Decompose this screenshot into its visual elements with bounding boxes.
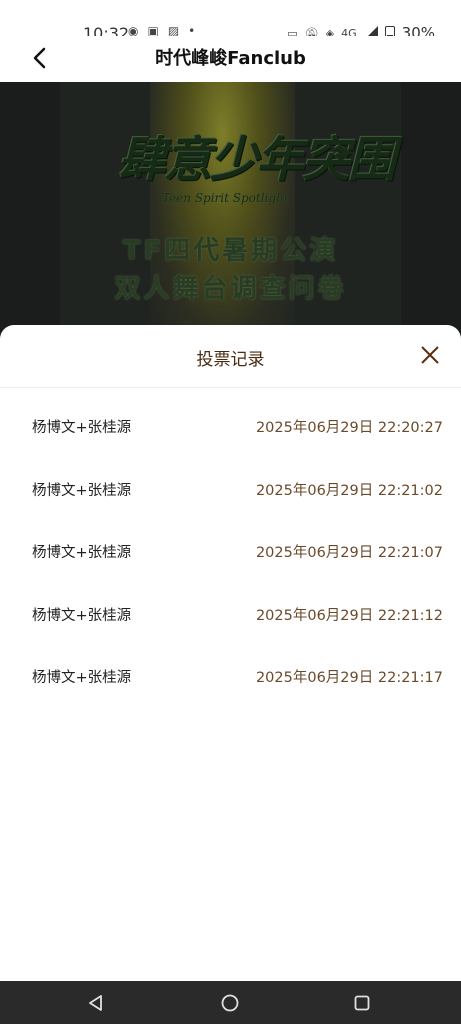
record-row: 杨博文+张桂源 2025年06月29日 22:21:12: [0, 576, 461, 639]
circle-home-icon: [221, 994, 239, 1012]
record-name: 杨博文+张桂源: [32, 607, 132, 624]
nav-home-button[interactable]: [220, 993, 240, 1013]
event-banner: 肆意少年突围 Teen Spirit Spotlight TF四代暑期公演 双人…: [0, 82, 461, 342]
app-header: 时代峰峻Fanclub: [0, 36, 461, 82]
sheet-title: 投票记录: [196, 350, 265, 370]
vote-record-sheet: 投票记录 杨博文+张桂源 2025年06月29日 22:20:27 杨博文+张桂…: [0, 325, 461, 981]
record-name: 杨博文+张桂源: [32, 482, 132, 499]
record-time: 2025年06月29日 22:20:27: [255, 420, 443, 436]
record-time: 2025年06月29日 22:21:12: [255, 607, 443, 624]
sheet-header: 投票记录: [0, 325, 461, 388]
record-name: 杨博文+张桂源: [32, 670, 132, 686]
record-time: 2025年06月29日 22:21:17: [255, 670, 443, 686]
square-recents-icon: [354, 995, 370, 1011]
triangle-back-icon: [89, 995, 102, 1011]
close-button[interactable]: [419, 344, 441, 366]
record-row: 杨博文+张桂源 2025年06月29日 22:21:17: [0, 638, 461, 701]
record-time: 2025年06月29日 22:21:07: [255, 545, 443, 561]
close-icon: [421, 346, 439, 364]
record-row: 杨博文+张桂源 2025年06月29日 22:21:02: [0, 451, 461, 514]
record-row: 杨博文+张桂源 2025年06月29日 22:20:27: [0, 388, 461, 451]
nav-back-button[interactable]: [86, 993, 106, 1013]
record-name: 杨博文+张桂源: [32, 545, 132, 561]
record-name: 杨博文+张桂源: [32, 420, 132, 436]
nav-recents-button[interactable]: [352, 993, 372, 1013]
record-list: 杨博文+张桂源 2025年06月29日 22:20:27 杨博文+张桂源 202…: [0, 388, 461, 701]
record-time: 2025年06月29日 22:21:02: [255, 482, 443, 499]
banner-overlay: [0, 82, 461, 342]
record-row: 杨博文+张桂源 2025年06月29日 22:21:07: [0, 513, 461, 576]
system-nav-bar: [0, 981, 461, 1024]
status-bar: 10:32 ◉ ▣ ▨ • ▭ 🔕︎ ◈ 4G 30%: [0, 0, 461, 43]
page-title: 时代峰峻Fanclub: [155, 48, 306, 69]
